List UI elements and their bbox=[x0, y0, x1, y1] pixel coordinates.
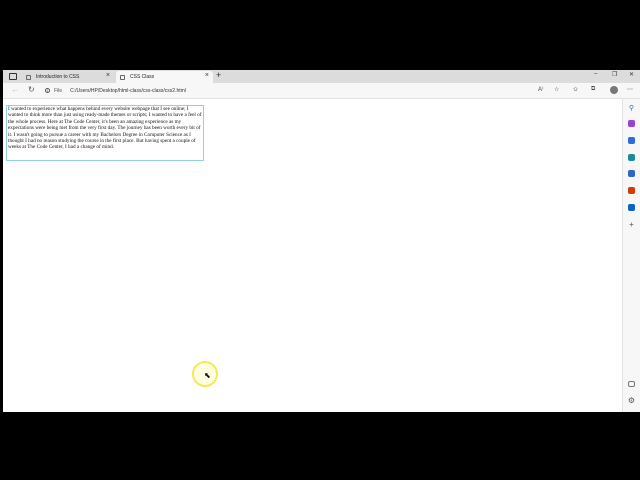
browser-window: Introduction to CSS × CSS Class × + – ❐ … bbox=[3, 70, 640, 412]
sidebar-layout-icon[interactable] bbox=[628, 381, 635, 387]
new-tab-plus-icon[interactable]: + bbox=[216, 70, 221, 80]
add-sidebar-app-icon[interactable]: + bbox=[628, 220, 635, 229]
mouse-pointer-icon: ⬉ bbox=[204, 371, 211, 380]
tab-label: CSS Class bbox=[130, 74, 155, 80]
settings-gear-icon[interactable]: ⚙ bbox=[628, 396, 635, 405]
read-aloud-icon[interactable]: A⁾ bbox=[538, 86, 543, 93]
search-icon[interactable]: ⚲ bbox=[628, 104, 635, 112]
close-tab-icon[interactable]: × bbox=[106, 72, 110, 79]
tab-css-class[interactable]: CSS Class × bbox=[116, 71, 213, 83]
page-icon bbox=[26, 74, 31, 80]
tab-actions-icon bbox=[9, 73, 17, 80]
favorites-icon[interactable]: ✩ bbox=[573, 86, 578, 93]
page-viewport: I wanted to experience what happens behi… bbox=[3, 99, 621, 412]
content-paragraph: I wanted to experience what happens behi… bbox=[6, 105, 204, 161]
more-menu-icon[interactable]: ⋯ bbox=[627, 86, 633, 93]
url-text[interactable]: C:/Users/HP/Desktop/html-class/css-class… bbox=[70, 88, 186, 94]
close-window-icon[interactable]: ✕ bbox=[629, 71, 634, 78]
copilot-icon[interactable] bbox=[628, 120, 635, 127]
tab-label: Introduction to CSS bbox=[36, 74, 80, 80]
scheme-label: File bbox=[54, 87, 63, 94]
collections-icon[interactable]: ⧉ bbox=[591, 86, 595, 93]
back-arrow-icon[interactable]: ← bbox=[11, 85, 19, 94]
profile-avatar[interactable] bbox=[610, 86, 618, 94]
shopping-tag-icon[interactable] bbox=[628, 137, 635, 144]
favorite-star-icon[interactable]: ☆ bbox=[554, 86, 559, 93]
info-icon[interactable]: i bbox=[45, 88, 50, 93]
tab-introduction-to-css[interactable]: Introduction to CSS × bbox=[22, 71, 114, 83]
tab-strip: Introduction to CSS × CSS Class × + – ❐ … bbox=[3, 70, 640, 83]
address-field[interactable]: i File C:/Users/HP/Desktop/html-class/cs… bbox=[45, 85, 605, 96]
page-icon bbox=[120, 74, 125, 80]
edge-sidebar: ⚲ + ⚙ bbox=[622, 99, 640, 412]
outlook-icon[interactable] bbox=[628, 204, 635, 211]
tab-actions-button[interactable] bbox=[6, 71, 20, 82]
tools-icon[interactable] bbox=[628, 154, 635, 161]
games-icon[interactable] bbox=[628, 170, 635, 177]
close-tab-icon[interactable]: × bbox=[205, 72, 209, 79]
maximize-icon[interactable]: ❐ bbox=[612, 71, 617, 78]
address-bar-row: ← ↻ i File C:/Users/HP/Desktop/html-clas… bbox=[3, 83, 640, 99]
refresh-icon[interactable]: ↻ bbox=[28, 85, 35, 94]
office-icon[interactable] bbox=[628, 187, 635, 194]
minimize-icon[interactable]: – bbox=[594, 71, 597, 77]
